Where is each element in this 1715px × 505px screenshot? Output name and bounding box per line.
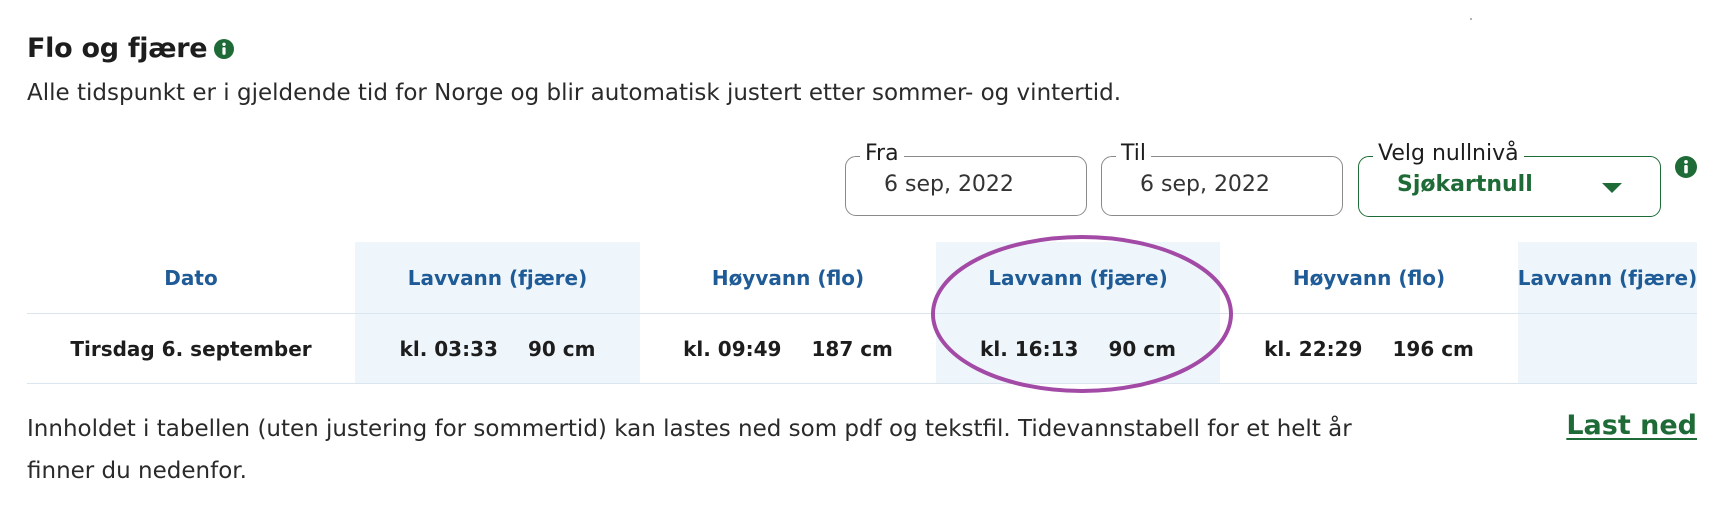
- header-high-2: Høyvann (flo): [1292, 266, 1446, 290]
- from-date-label: Fra: [860, 140, 904, 168]
- download-link[interactable]: Last ned: [1566, 410, 1697, 441]
- section-header: Flo og fjære: [27, 33, 235, 64]
- stray-dot: [1470, 18, 1472, 20]
- zero-level-label: Velg nullnivå: [1373, 140, 1524, 168]
- caret-down-icon[interactable]: [1602, 183, 1622, 193]
- tide-page: Flo og fjære Alle tidspunkt er i gjelden…: [0, 0, 1715, 505]
- zero-level-info-icon[interactable]: [1675, 156, 1697, 178]
- cell-time: kl. 09:49: [683, 337, 782, 361]
- cell-low-2: kl. 16:13 90 cm: [936, 314, 1220, 384]
- section-title: Flo og fjære: [27, 33, 208, 64]
- zero-level-value[interactable]: Sjøkartnull: [1397, 172, 1533, 197]
- header-low-2: Lavvann (fjære): [988, 266, 1168, 290]
- from-date-field[interactable]: Fra 6 sep, 2022: [845, 140, 1087, 216]
- header-low-1: Lavvann (fjære): [407, 266, 588, 290]
- cell-high-1: kl. 09:49 187 cm: [640, 314, 936, 384]
- row-date: Tirsdag 6. september: [70, 337, 312, 361]
- cell-low-3: [1518, 314, 1697, 384]
- info-circle-icon[interactable]: [214, 38, 235, 59]
- cell-time: kl. 03:33: [399, 337, 498, 361]
- from-date-value[interactable]: 6 sep, 2022: [884, 172, 1014, 197]
- to-date-field[interactable]: Til 6 sep, 2022: [1101, 140, 1343, 216]
- header-date: Dato: [164, 266, 218, 290]
- row-divider: [27, 383, 1697, 384]
- to-date-value[interactable]: 6 sep, 2022: [1140, 172, 1270, 197]
- cell-time: kl. 22:29: [1264, 337, 1363, 361]
- cell-high-2: kl. 22:29 196 cm: [1220, 314, 1518, 384]
- header-low-3: Lavvann (fjære): [1517, 266, 1698, 290]
- header-high-1: Høyvann (flo): [711, 266, 865, 290]
- cell-time: kl. 16:13: [980, 337, 1079, 361]
- cell-low-1: kl. 03:33 90 cm: [355, 314, 640, 384]
- header-divider: [27, 313, 1697, 314]
- cell-height: 90 cm: [527, 337, 596, 361]
- cell-height: 196 cm: [1392, 337, 1474, 361]
- cell-height: 187 cm: [811, 337, 893, 361]
- to-date-label: Til: [1116, 140, 1151, 168]
- zero-level-select[interactable]: Velg nullnivå Sjøkartnull: [1358, 140, 1661, 217]
- cell-height: 90 cm: [1108, 337, 1176, 361]
- section-subtitle: Alle tidspunkt er i gjeldende tid for No…: [27, 80, 1122, 106]
- download-description: Innholdet i tabellen (uten justering for…: [27, 416, 1352, 484]
